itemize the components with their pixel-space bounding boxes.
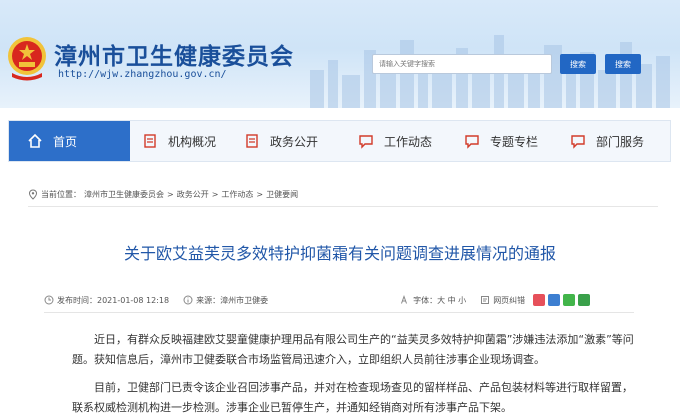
error-report-text[interactable]: 网页纠错 [493, 295, 525, 306]
share-bar [533, 294, 591, 306]
source: 来源：漳州市卫健委 [183, 295, 268, 306]
nav-item-special[interactable]: 专题专栏 [450, 121, 554, 161]
site-title[interactable]: 漳州市卫生健康委员会 [54, 37, 294, 71]
nav-label: 首页 [53, 134, 78, 149]
document-icon [144, 134, 156, 148]
document-icon [246, 134, 258, 148]
breadcrumb-prefix: 当前位置： [41, 190, 81, 199]
site-url: http://wjw.zhangzhou.gov.cn/ [58, 69, 227, 80]
breadcrumb-link-public[interactable]: 政务公开 [177, 189, 209, 200]
nav-label: 工作动态 [384, 134, 433, 149]
publish-time-text: 发布时间：2021-01-08 12:18 [57, 295, 170, 305]
source-text: 来源：漳州市卫健委 [196, 295, 269, 305]
nav-item-public[interactable]: 政务公开 [232, 121, 342, 161]
font-size-text[interactable]: 字体：大 中 小 [413, 295, 466, 306]
weibo-share-icon[interactable] [533, 294, 546, 306]
breadcrumb: 当前位置： 漳州市卫生健康委员会 > 政务公开 > 工作动态 > 卫健要闻 [28, 189, 298, 200]
nav-item-news[interactable]: 工作动态 [342, 121, 450, 161]
print-icon[interactable] [578, 294, 591, 306]
report-icon [481, 296, 490, 304]
breadcrumb-separator: > [167, 190, 174, 199]
article-paragraph: 近日，有群众反映福建欧艾婴童健康护理用品有限公司生产的“益芙灵多效特护抑菌霜”涉… [72, 333, 634, 366]
site-header: 漳州市卫生健康委员会 http://wjw.zhangzhou.gov.cn/ … [0, 0, 680, 108]
search-box[interactable] [372, 54, 552, 74]
breadcrumb-separator: > [211, 190, 219, 199]
font-size-control[interactable]: 字体：大 中 小 [400, 295, 466, 306]
search-input[interactable] [379, 60, 539, 68]
chat-icon [465, 135, 479, 149]
breadcrumb-separator: > [256, 190, 264, 199]
home-icon [28, 133, 42, 148]
publish-time: 发布时间：2021-01-08 12:18 [44, 295, 169, 306]
nav-item-home[interactable]: 首页 [9, 121, 130, 161]
nav-label: 部门服务 [596, 134, 645, 149]
clock-icon [44, 295, 54, 305]
search-button[interactable]: 搜索 [560, 54, 596, 74]
font-size-icon [401, 295, 408, 304]
article-title: 关于欧艾益芙灵多效特护抑菌霜有关问题调查进展情况的通报 [123, 244, 556, 263]
nav-item-overview[interactable]: 机构概况 [130, 121, 232, 161]
chat-icon [571, 135, 585, 149]
divider [28, 206, 658, 207]
breadcrumb-link-health-news[interactable]: 卫健要闻 [266, 189, 298, 200]
nav-item-services[interactable]: 部门服务 [554, 121, 670, 161]
location-pin-icon [28, 189, 38, 200]
nav-label: 机构概况 [168, 134, 217, 149]
nav-label: 政务公开 [270, 134, 319, 149]
article-meta: 发布时间：2021-01-08 12:18 来源：漳州市卫健委 字体：大 中 小… [44, 294, 634, 306]
article-paragraph: 目前，卫健部门已责令该企业召回涉事产品，并对在检查现场查见的留样样品、产品包装材… [72, 381, 633, 414]
info-icon [183, 295, 193, 305]
error-report[interactable]: 网页纠错 [480, 295, 525, 306]
advanced-search-button[interactable]: 搜索 [605, 54, 641, 74]
nav-label: 专题专栏 [490, 134, 539, 149]
main-nav: 首页 机构概况 政务公开 工作动态 专题专栏 部门服务 [8, 120, 671, 162]
divider [44, 312, 634, 313]
breadcrumb-link-news[interactable]: 工作动态 [221, 189, 253, 200]
chat-icon [359, 135, 373, 149]
national-emblem-icon [8, 37, 46, 81]
wechat-share-icon[interactable] [563, 294, 576, 306]
qzone-share-icon[interactable] [548, 294, 561, 306]
breadcrumb-link-home[interactable]: 漳州市卫生健康委员会 [84, 189, 164, 200]
